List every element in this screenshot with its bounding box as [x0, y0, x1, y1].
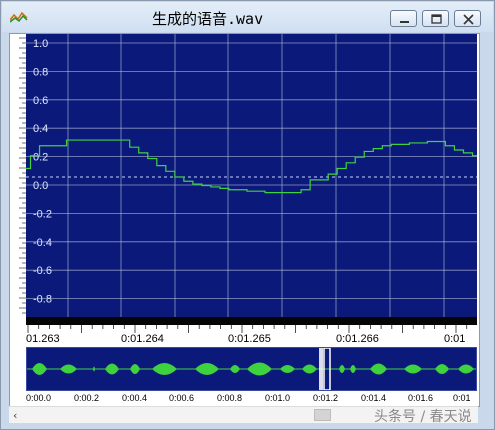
maximize-icon — [431, 14, 442, 24]
overview-tick-label: 0:01 — [453, 393, 471, 403]
minimize-icon — [400, 21, 409, 23]
time-ruler: 01.263 0:01.264 0:01.265 0:01.266 0:01 — [26, 325, 477, 345]
close-button[interactable] — [454, 10, 481, 27]
waveform-view[interactable]: 1.0 0.8 0.6 0.4 0.2 0.0 -0.2 -0.4 -0.6 -0.8 — [25, 34, 478, 317]
overview-tick-label: 0:00.0 — [26, 393, 52, 403]
scroll-left-icon[interactable]: ‹ — [13, 409, 17, 422]
time-ruler-ticks — [27, 325, 468, 333]
overview-tick-label: 0:01.6 — [408, 393, 434, 403]
waveform-chart[interactable]: 1.0 0.8 0.6 0.4 0.2 0.0 -0.2 -0.4 -0.6 -0.8 — [25, 34, 478, 317]
y-tick-label: -0.2 — [33, 208, 52, 220]
overview-tick-label: 0:01.2 — [313, 393, 339, 403]
minimize-button[interactable] — [390, 10, 417, 27]
time-tick-label: 0:01.264 — [121, 333, 164, 345]
y-tick-label: -0.8 — [33, 294, 52, 306]
timeline-divider — [26, 317, 477, 325]
y-tick-label: 0.6 — [33, 95, 48, 107]
overview-tick-label: 0:00.8 — [217, 393, 243, 403]
overview-tick-label: 0:00.2 — [74, 393, 100, 403]
y-tick-label: 0.0 — [33, 180, 48, 192]
y-tick-label: 1.0 — [33, 38, 48, 50]
overview-tick-label: 0:01.0 — [265, 393, 291, 403]
time-tick-label: 0:01 — [444, 333, 466, 345]
y-tick-label: -0.6 — [33, 265, 52, 277]
y-tick-label: 0.2 — [33, 152, 48, 164]
y-tick-label: -0.4 — [33, 237, 52, 249]
playhead-left — [319, 348, 323, 390]
maximize-button[interactable] — [422, 10, 449, 27]
editor-client-area: 1.0 0.8 0.6 0.4 0.2 0.0 -0.2 -0.4 -0.6 -0.8 01.26… — [9, 33, 480, 407]
time-tick-label: 01.263 — [26, 333, 60, 345]
y-tick-label: 0.4 — [33, 123, 48, 135]
time-tick-label: 0:01.266 — [336, 333, 379, 345]
time-tick-label: 0:01.265 — [228, 333, 271, 345]
waveform-app-icon — [10, 11, 28, 23]
title-bar[interactable]: 生成的语音.wav — [2, 2, 493, 32]
close-icon — [463, 14, 474, 25]
amplitude-ruler — [10, 34, 26, 317]
watermark-text: 头条号 / 春天说 — [374, 409, 472, 425]
overview-tick-label: 0:00.4 — [122, 393, 148, 403]
overview-tick-label: 0:01.4 — [361, 393, 387, 403]
scroll-thumb[interactable] — [314, 409, 331, 421]
audio-editor-window: 生成的语音.wav 1.0 0.8 0.6 0.4 0.2 0.0 -0.2 -0.4 -0.6… — [0, 0, 495, 430]
y-tick-label: 0.8 — [33, 66, 48, 78]
overview-panel[interactable] — [26, 347, 477, 391]
window-title: 生成的语音.wav — [152, 10, 264, 28]
overview-time-ruler: 0:00.0 0:00.2 0:00.4 0:00.6 0:00.8 0:01.0 0:01… — [26, 391, 477, 406]
overview-waveform[interactable] — [27, 347, 476, 391]
overview-tick-label: 0:00.6 — [169, 393, 195, 403]
